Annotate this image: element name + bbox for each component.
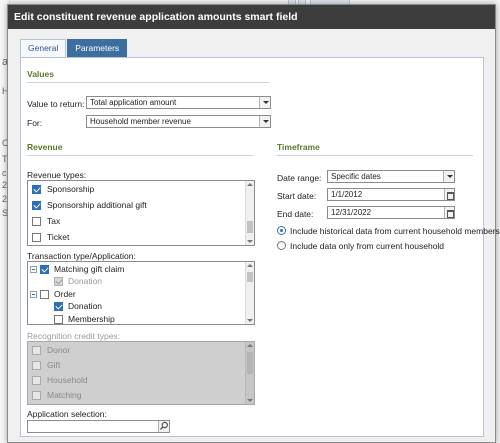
- collapse-icon[interactable]: [30, 266, 37, 273]
- list-item: Household: [32, 374, 88, 387]
- end-date-value: 12/31/2022: [331, 208, 372, 217]
- current-household-only-radio[interactable]: [277, 241, 286, 250]
- edit-smart-field-dialog: Edit constituent revenue application amo…: [7, 4, 500, 443]
- list-item-label: Sponsorship: [47, 184, 95, 194]
- tree-item-label: Order: [54, 289, 76, 299]
- chevron-down-icon[interactable]: [259, 97, 270, 108]
- application-selection-field[interactable]: [27, 420, 170, 433]
- recognition-credit-types-list: Donor Gift Household Matching: [27, 341, 255, 405]
- values-section-title: Values: [27, 69, 54, 79]
- for-value: Household member revenue: [90, 117, 191, 126]
- checkbox[interactable]: [54, 302, 63, 311]
- checkbox: [32, 361, 41, 370]
- scrollbar: [245, 342, 254, 404]
- include-historical-radio[interactable]: [277, 226, 286, 235]
- checkbox[interactable]: [54, 315, 63, 324]
- collapse-icon[interactable]: [30, 291, 37, 298]
- tree-item[interactable]: Donation: [30, 300, 102, 313]
- list-item: Donor: [32, 344, 70, 357]
- date-range-value: Specific dates: [331, 172, 381, 181]
- value-to-return-select[interactable]: Total application amount: [86, 96, 271, 109]
- tree-item-label: Donation: [68, 301, 103, 311]
- start-date-value: 1/1/2012: [331, 190, 363, 199]
- recognition-credit-types-label: Recognition credit types:: [27, 331, 121, 341]
- scrollbar[interactable]: [245, 262, 254, 324]
- timeframe-section-divider: [277, 155, 473, 156]
- scroll-up-icon: [247, 344, 253, 347]
- checkbox[interactable]: [40, 290, 49, 299]
- background-fragment: c: [2, 168, 7, 178]
- revenue-section-title: Revenue: [27, 142, 63, 152]
- scroll-down-icon[interactable]: [247, 319, 253, 322]
- list-item: Gift: [32, 359, 60, 372]
- list-item-label: Household: [47, 375, 88, 385]
- scroll-up-icon[interactable]: [247, 264, 253, 267]
- scroll-thumb[interactable]: [247, 272, 253, 282]
- application-selection-label: Application selection:: [27, 409, 107, 419]
- list-item[interactable]: Ticket: [32, 231, 69, 244]
- end-date-label: End date:: [277, 209, 314, 219]
- checkbox: [32, 391, 41, 400]
- revenue-types-list[interactable]: Sponsorship Sponsorship additional gift …: [27, 180, 255, 246]
- date-range-label: Date range:: [277, 173, 322, 183]
- checkbox[interactable]: [32, 201, 41, 210]
- transaction-type-label: Transaction type/Application:: [27, 251, 136, 261]
- list-item[interactable]: Tax: [32, 215, 60, 228]
- list-item-label: Gift: [47, 360, 61, 370]
- tree-item: Donation: [30, 275, 102, 288]
- dialog-title: Edit constituent revenue application amo…: [8, 5, 495, 29]
- checkbox: [54, 277, 63, 286]
- tab-general[interactable]: General: [20, 39, 67, 57]
- chevron-down-icon[interactable]: [259, 116, 270, 127]
- checkbox[interactable]: [32, 233, 41, 242]
- tree-item-label: Matching gift claim: [54, 264, 125, 274]
- tree-item[interactable]: Membership: [30, 313, 115, 324]
- revenue-types-label: Revenue types:: [27, 170, 87, 180]
- checkbox[interactable]: [32, 217, 41, 226]
- checkbox: [32, 376, 41, 385]
- tab-parameters[interactable]: Parameters: [67, 39, 128, 57]
- include-historical-label[interactable]: Include historical data from current hou…: [290, 226, 500, 236]
- scroll-up-icon[interactable]: [247, 183, 253, 186]
- revenue-section-divider: [27, 155, 253, 156]
- scroll-down-icon: [247, 399, 253, 402]
- for-select[interactable]: Household member revenue: [86, 115, 271, 128]
- list-item[interactable]: Sponsorship: [32, 183, 94, 196]
- tree-item-label: Donation: [68, 276, 103, 286]
- list-item-label: Ticket: [47, 232, 70, 242]
- list-item-label: Sponsorship additional gift: [47, 200, 147, 210]
- checkbox[interactable]: [40, 265, 49, 274]
- list-item[interactable]: Sponsorship additional gift: [32, 199, 147, 212]
- timeframe-section-title: Timeframe: [277, 142, 320, 152]
- list-item-label: Tax: [47, 216, 61, 226]
- search-icon[interactable]: [158, 421, 169, 432]
- calendar-icon[interactable]: [444, 189, 454, 200]
- start-date-label: Start date:: [277, 191, 317, 201]
- checkbox[interactable]: [32, 185, 41, 194]
- for-label: For:: [27, 118, 43, 128]
- list-item: Matching: [32, 389, 82, 402]
- scroll-thumb[interactable]: [247, 221, 253, 233]
- value-to-return-label: Value to return:: [27, 99, 85, 109]
- end-date-field[interactable]: 12/31/2022: [327, 206, 455, 219]
- checkbox: [32, 346, 41, 355]
- scrollbar[interactable]: [245, 181, 254, 245]
- current-household-only-label[interactable]: Include data only from current household: [290, 241, 444, 251]
- parameters-panel: Values Value to return: Total applicatio…: [20, 57, 500, 437]
- scroll-thumb: [247, 352, 253, 374]
- list-item-label: Donor: [47, 345, 71, 355]
- value-to-return-value: Total application amount: [90, 98, 177, 107]
- transaction-type-tree[interactable]: Matching gift claim Donation Order Donat…: [27, 261, 255, 325]
- calendar-icon[interactable]: [444, 207, 454, 218]
- tree-item-label: Membership: [68, 314, 115, 324]
- date-range-select[interactable]: Specific dates: [327, 170, 455, 183]
- start-date-field[interactable]: 1/1/2012: [327, 188, 455, 201]
- chevron-down-icon[interactable]: [443, 171, 454, 182]
- list-item-label: Matching: [47, 390, 82, 400]
- values-section-divider: [27, 82, 269, 83]
- scroll-down-icon[interactable]: [247, 240, 253, 243]
- tab-strip: General Parameters: [20, 39, 128, 57]
